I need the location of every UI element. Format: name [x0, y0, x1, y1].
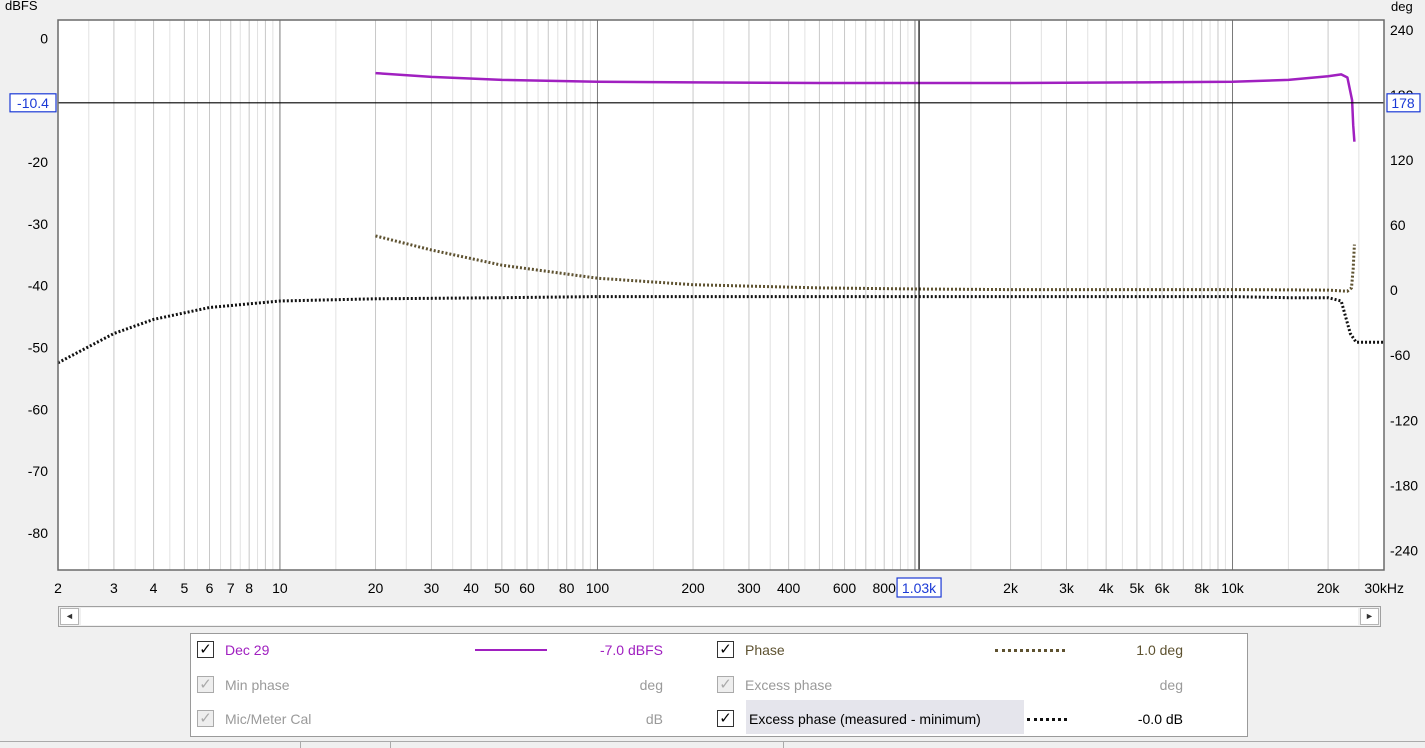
x-tick-label: 2 — [54, 580, 62, 596]
x-tick-label: 800 — [873, 580, 897, 596]
legend-row-min-phase: ✓ Min phase deg — [197, 673, 667, 697]
x-tick-label: 400 — [777, 580, 801, 596]
phase-value: 1.0 deg — [1136, 642, 1183, 658]
y-left-tick-label: -60 — [28, 401, 48, 417]
legend-panel: ✓ Dec 29 -7.0 dBFS ✓ Phase 1.0 deg ✓ Min… — [190, 633, 1248, 737]
cursor-x-label: 1.03k — [902, 580, 937, 596]
x-tick-label: 8 — [245, 580, 253, 596]
x-tick-label: 4k — [1099, 580, 1115, 596]
x-tick-label: 60 — [519, 580, 535, 596]
x-tick-label: 30 — [424, 580, 440, 596]
y-left-tick-label: -50 — [28, 340, 48, 356]
y-left-tick-label: -20 — [28, 154, 48, 170]
x-tick-label: 7 — [227, 580, 235, 596]
x-tick-label: 6k — [1155, 580, 1171, 596]
right-axis-title: deg — [1391, 0, 1413, 14]
excess-measured-label: Excess phase (measured - minimum) — [749, 711, 981, 727]
x-tick-label: 3 — [110, 580, 118, 596]
x-tick-label: 80 — [559, 580, 575, 596]
phase-checkbox[interactable]: ✓ — [717, 641, 734, 658]
x-tick-label: 5 — [180, 580, 188, 596]
legend-row-excess-measured: ✓ Excess phase (measured - minimum) -0.0… — [717, 707, 1187, 731]
mic-cal-checkbox: ✓ — [197, 710, 214, 727]
x-tick-label: 200 — [681, 580, 705, 596]
x-tick-label: 50 — [494, 580, 510, 596]
dec29-checkbox[interactable]: ✓ — [197, 641, 214, 658]
y-right-tick-label: -60 — [1390, 347, 1410, 363]
excess-phase-label: Excess phase — [745, 677, 833, 693]
y-right-tick-label: -240 — [1390, 542, 1418, 558]
scroll-right-button[interactable]: ► — [1360, 608, 1379, 625]
min-phase-value: deg — [639, 677, 663, 693]
excess-measured-checkbox[interactable]: ✓ — [717, 710, 734, 727]
min-phase-checkbox: ✓ — [197, 676, 214, 693]
x-tick-label: 40 — [463, 580, 479, 596]
y-right-tick-label: 60 — [1390, 217, 1406, 233]
x-tick-label: 6 — [206, 580, 214, 596]
y-left-tick-label: -30 — [28, 216, 48, 232]
excess-phase-checkbox: ✓ — [717, 676, 734, 693]
excess-measured-value: -0.0 dB — [1137, 711, 1183, 727]
y-right-tick-label: -180 — [1390, 477, 1418, 493]
min-phase-label: Min phase — [225, 677, 290, 693]
x-tick-label: 100 — [586, 580, 610, 596]
x-tick-label: 8k — [1194, 580, 1210, 596]
x-tick-label: 3k — [1059, 580, 1075, 596]
x-tick-label: 20k — [1317, 580, 1341, 596]
dec29-value: -7.0 dBFS — [599, 642, 663, 658]
left-axis-title: dBFS — [5, 0, 38, 13]
x-tick-label: 10k — [1221, 580, 1245, 596]
y-left-tick-label: 0 — [40, 31, 48, 47]
y-right-tick-label: -120 — [1390, 412, 1418, 428]
dec29-label: Dec 29 — [225, 642, 270, 658]
mic-cal-label: Mic/Meter Cal — [225, 711, 312, 727]
legend-row-dec29: ✓ Dec 29 -7.0 dBFS — [197, 638, 667, 662]
x-tick-label: 600 — [833, 580, 857, 596]
dec29-swatch — [475, 649, 547, 651]
phase-swatch — [995, 649, 1065, 652]
x-tick-label: 30kHz — [1364, 580, 1404, 596]
scroll-track[interactable] — [81, 608, 1358, 625]
mic-cal-value: dB — [645, 711, 663, 727]
legend-row-phase: ✓ Phase 1.0 deg — [717, 638, 1187, 662]
y-right-tick-label: 0 — [1390, 282, 1398, 298]
phase-label: Phase — [745, 642, 785, 658]
x-tick-label: 4 — [150, 580, 158, 596]
scroll-left-button[interactable]: ◄ — [60, 608, 79, 625]
y-right-tick-label: 120 — [1390, 152, 1414, 168]
y-left-tick-label: -80 — [28, 525, 48, 541]
x-tick-label: 5k — [1130, 580, 1146, 596]
legend-row-mic-cal: ✓ Mic/Meter Cal dB — [197, 707, 667, 731]
frequency-plot[interactable]: 0-10-20-30-40-50-60-70-80240180120600-60… — [0, 0, 1425, 602]
excess-measured-swatch — [1027, 718, 1067, 721]
x-tick-label: 300 — [737, 580, 761, 596]
y-right-tick-label: 240 — [1390, 22, 1414, 38]
excess-phase-value: deg — [1159, 677, 1183, 693]
legend-row-excess-phase: ✓ Excess phase deg — [717, 673, 1187, 697]
x-tick-label: 20 — [368, 580, 384, 596]
y-left-tick-label: -40 — [28, 278, 48, 294]
x-tick-label: 2k — [1003, 580, 1019, 596]
horizontal-scrollbar[interactable]: ◄ ► — [58, 606, 1381, 627]
cursor-y-right-label: 178 — [1391, 95, 1415, 111]
y-left-tick-label: -70 — [28, 463, 48, 479]
x-tick-label: 10 — [272, 580, 288, 596]
cursor-y-left-label: -10.4 — [17, 95, 49, 111]
